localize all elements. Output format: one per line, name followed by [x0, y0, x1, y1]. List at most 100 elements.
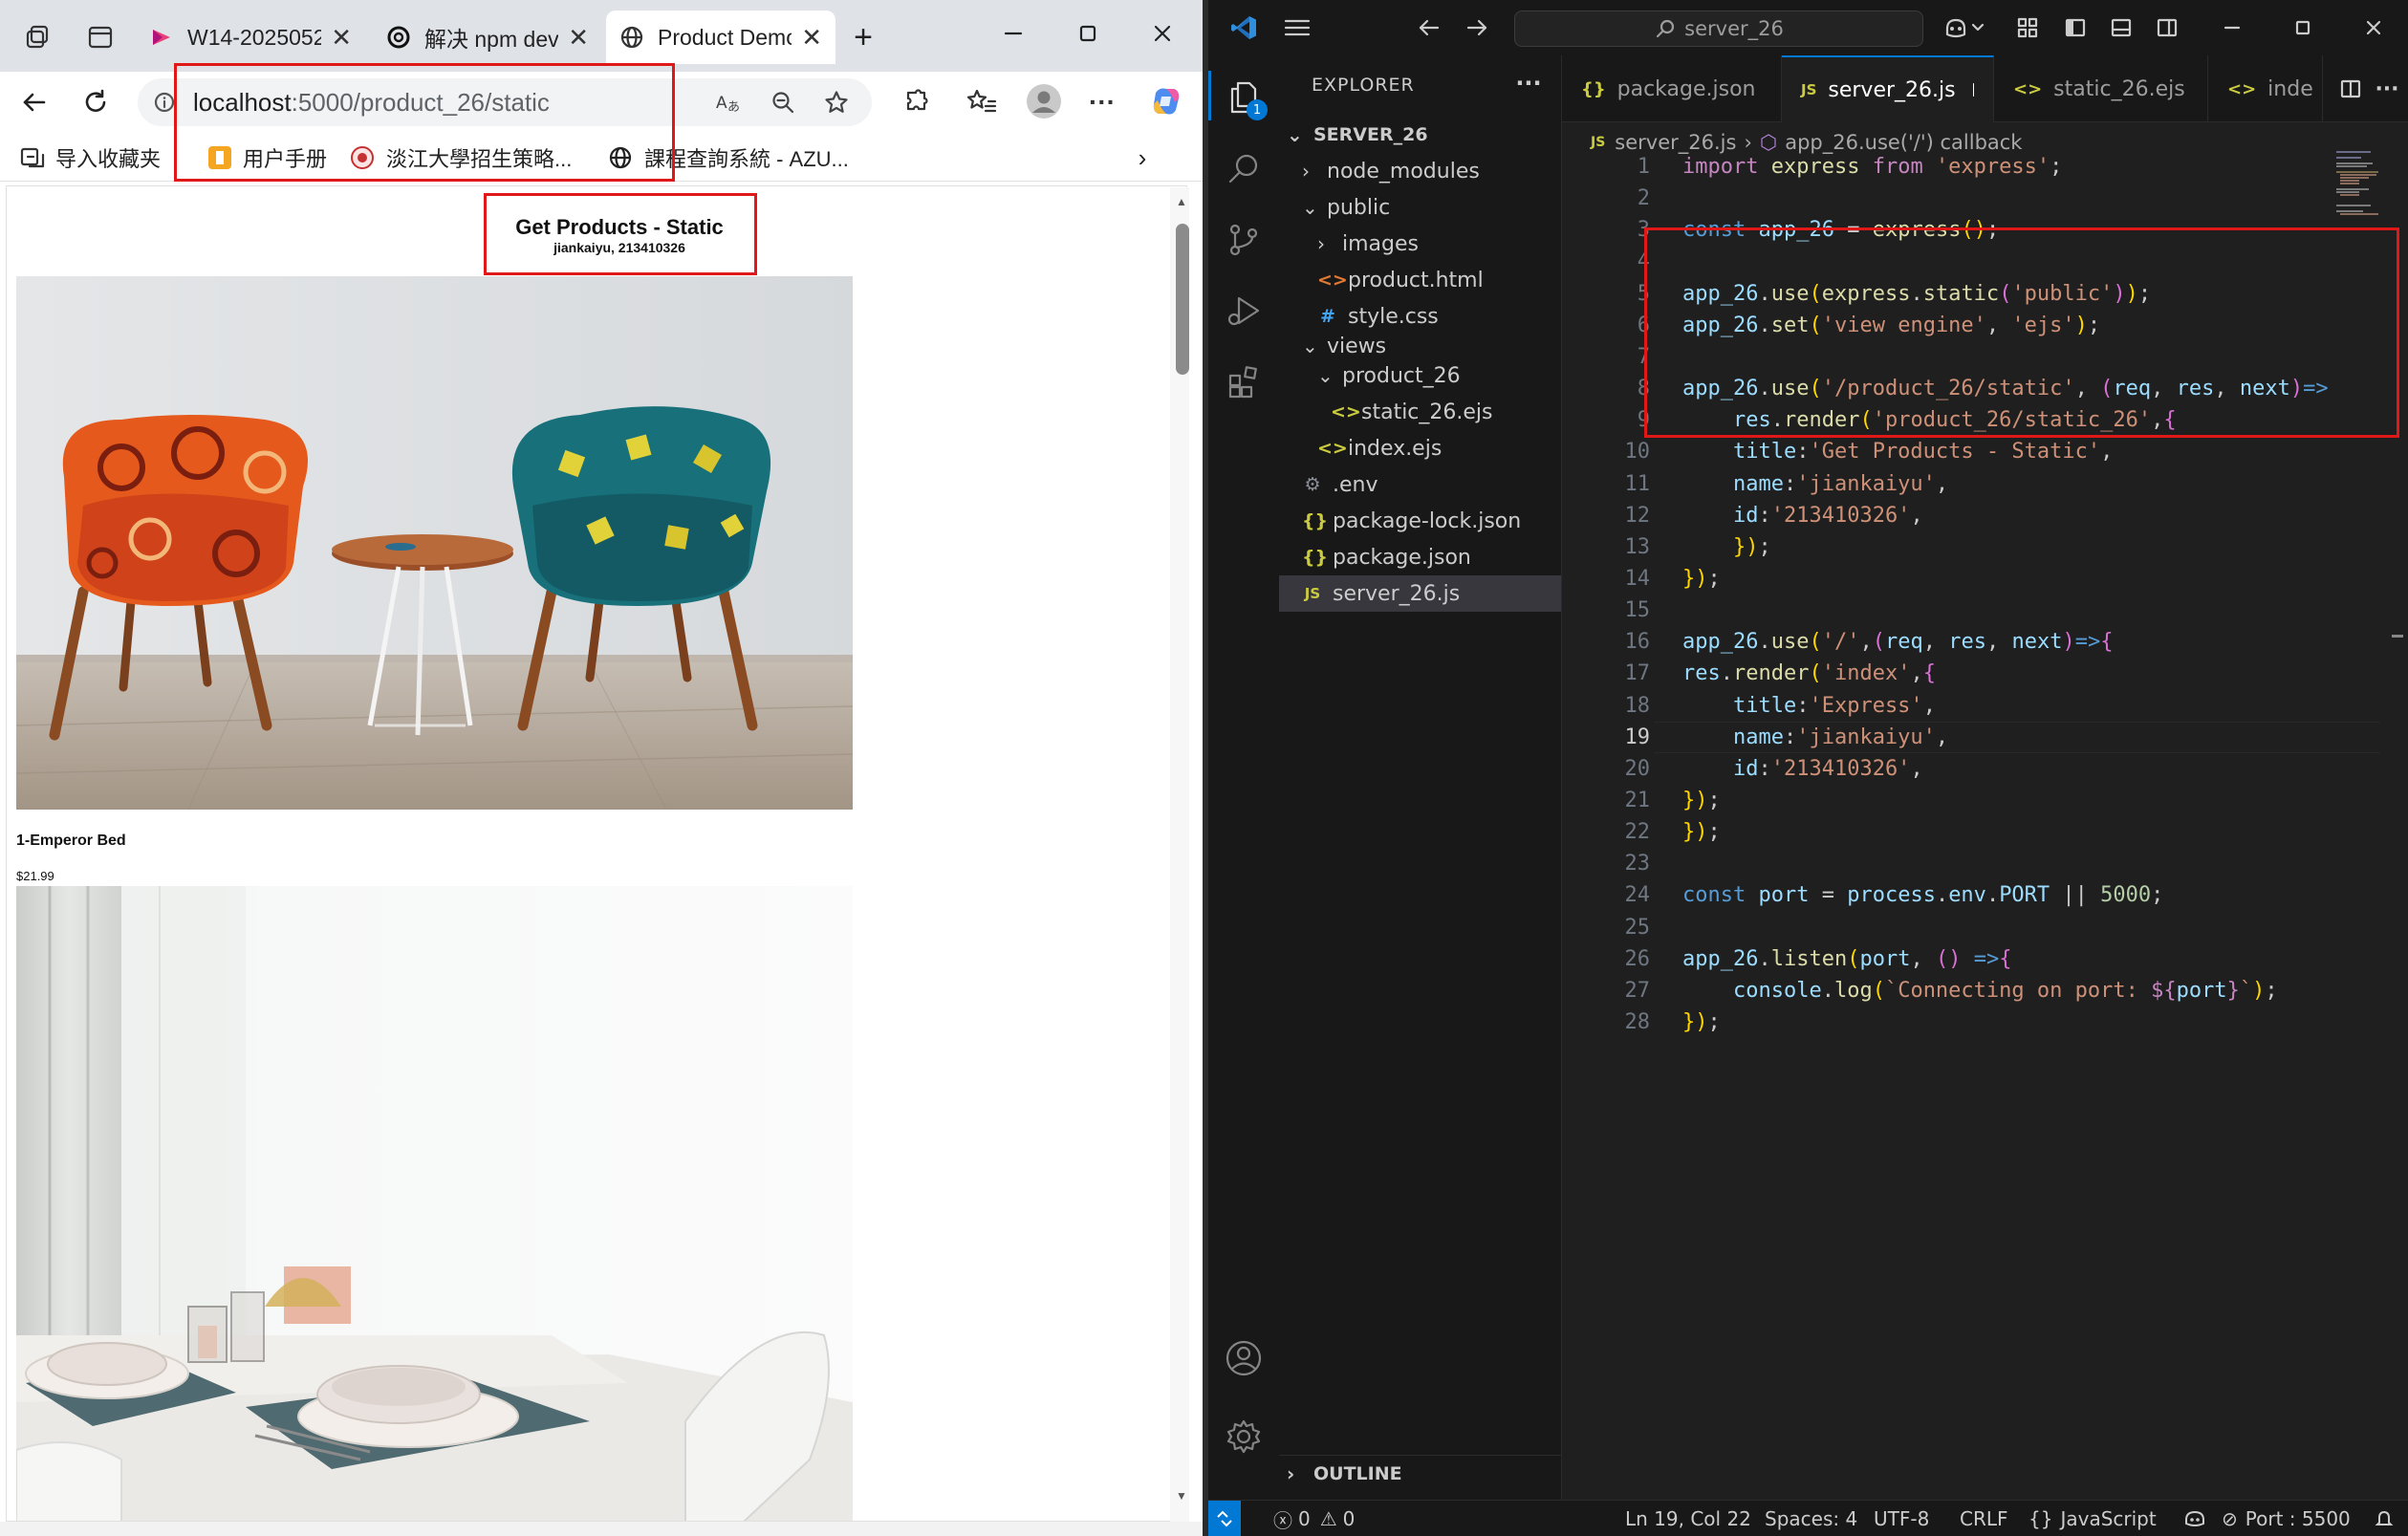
- code-line[interactable]: id:'213410326',: [1682, 753, 1923, 785]
- code-line[interactable]: res.render('index',{: [1682, 658, 1936, 689]
- code-line[interactable]: title:'Express',: [1682, 690, 1936, 722]
- tree-item-package-lock-json[interactable]: {} package-lock.json: [1279, 503, 1561, 539]
- close-icon[interactable]: ✕: [801, 23, 822, 53]
- minimap[interactable]: [2336, 151, 2394, 227]
- tree-item-index-ejs[interactable]: <> index.ejs: [1279, 430, 1561, 466]
- copilot-icon[interactable]: [1147, 82, 1185, 120]
- code-line[interactable]: app_26.listen(port, () =>{: [1682, 943, 2011, 975]
- search-icon[interactable]: [1220, 145, 1268, 193]
- layout-icon[interactable]: [2013, 13, 2042, 42]
- close-icon[interactable]: ✕: [568, 23, 589, 53]
- tab-w14[interactable]: W14-2025052 ✕: [136, 11, 365, 64]
- tree-label: .env: [1333, 472, 1378, 497]
- more-icon[interactable]: ···: [1086, 86, 1118, 119]
- minimize-icon[interactable]: [985, 11, 1042, 55]
- maximize-icon[interactable]: [2289, 13, 2317, 42]
- nav-back-icon[interactable]: [1415, 13, 1443, 42]
- page-scrollbar[interactable]: [1170, 187, 1189, 1522]
- tab-product-demo[interactable]: Product Demo ✕: [606, 11, 835, 64]
- zoom-out-icon[interactable]: [769, 88, 797, 117]
- code-line[interactable]: title:'Get Products - Static',: [1682, 436, 2113, 467]
- tree-item-node-modules[interactable]: › node_modules: [1279, 153, 1561, 189]
- tab-index-ejs[interactable]: <> inde: [2208, 55, 2323, 122]
- maximize-icon[interactable]: [1059, 11, 1117, 55]
- chevron-right-icon[interactable]: ›: [1128, 143, 1157, 172]
- problems-status[interactable]: ⓧ 0 ⚠ 0: [1273, 1501, 1355, 1536]
- back-icon[interactable]: [17, 85, 52, 119]
- language-mode[interactable]: {} JavaScript: [2028, 1501, 2157, 1536]
- code-line[interactable]: });: [1682, 531, 1771, 563]
- indentation[interactable]: Spaces: 4: [1765, 1501, 1857, 1536]
- split-editor-icon[interactable]: [2336, 75, 2365, 103]
- code-line[interactable]: });: [1682, 1006, 1721, 1038]
- scrollbar-thumb[interactable]: [1176, 224, 1189, 375]
- star-icon[interactable]: [822, 88, 851, 117]
- tree-item-product-26[interactable]: ⌄ product_26: [1279, 357, 1561, 394]
- code-line[interactable]: console.log(`Connecting on port: ${port}…: [1682, 975, 2278, 1006]
- scroll-down-icon[interactable]: ▼: [1174, 1489, 1189, 1503]
- nav-forward-icon[interactable]: [1463, 13, 1491, 42]
- tree-item-server-26-js[interactable]: JS server_26.js: [1279, 575, 1561, 612]
- refresh-icon[interactable]: [78, 85, 113, 119]
- toggle-sidebar-icon[interactable]: [2061, 13, 2090, 42]
- vertical-tabs-icon[interactable]: [84, 21, 117, 54]
- copilot-icon[interactable]: [1941, 13, 1988, 42]
- favorite-import[interactable]: 导入收藏夹: [19, 143, 161, 172]
- code-line[interactable]: const port = process.env.PORT || 5000;: [1682, 879, 2163, 911]
- tree-item-style-css[interactable]: # style.css: [1279, 298, 1561, 335]
- close-window-icon[interactable]: [1134, 11, 1191, 55]
- more-actions-icon[interactable]: ···: [2373, 75, 2401, 103]
- tree-item-product-html[interactable]: <> product.html: [1279, 262, 1561, 298]
- explorer-icon[interactable]: 1: [1220, 73, 1268, 120]
- tab-package-json[interactable]: {} package.json: [1562, 55, 1782, 122]
- encoding[interactable]: UTF-8: [1874, 1501, 1929, 1536]
- code-line[interactable]: });: [1682, 785, 1721, 816]
- tree-item-env[interactable]: ⚙ .env: [1279, 466, 1561, 503]
- explorer-root-folder[interactable]: ⌄ SERVER_26: [1279, 117, 1561, 153]
- outline-section[interactable]: › OUTLINE: [1279, 1455, 1561, 1491]
- code-line[interactable]: name:'jiankaiyu',: [1682, 722, 1948, 753]
- tree-item-images[interactable]: › images: [1279, 226, 1561, 262]
- new-tab-icon[interactable]: +: [847, 19, 879, 55]
- extensions-icon[interactable]: [899, 86, 931, 119]
- tab-npm[interactable]: 解决 npm dev ✕: [373, 11, 602, 64]
- tree-item-views[interactable]: ⌄ views: [1279, 335, 1561, 357]
- live-server-port[interactable]: ⊘ Port : 5500: [2222, 1501, 2351, 1536]
- remote-icon[interactable]: [1208, 1501, 1241, 1536]
- tree-item-public[interactable]: ⌄ public: [1279, 189, 1561, 226]
- close-icon[interactable]: ✕: [331, 23, 352, 53]
- close-window-icon[interactable]: [2359, 13, 2388, 42]
- tree-item-static-26-ejs[interactable]: <> static_26.ejs: [1279, 394, 1561, 430]
- command-center-search[interactable]: server_26: [1514, 11, 1923, 47]
- account-icon[interactable]: [1220, 1334, 1268, 1382]
- scroll-up-icon[interactable]: ▲: [1174, 195, 1189, 208]
- toggle-secondary-sidebar-icon[interactable]: [2153, 13, 2181, 42]
- menu-icon[interactable]: [1281, 13, 1313, 42]
- line-number: 11: [1624, 471, 1651, 496]
- unsaved-dot-icon[interactable]: [1972, 83, 1974, 97]
- line-ending[interactable]: CRLF: [1960, 1501, 2008, 1536]
- code-line[interactable]: });: [1682, 563, 1721, 595]
- favorites-icon[interactable]: [965, 86, 998, 119]
- code-line[interactable]: import express from 'express';: [1682, 151, 2062, 183]
- extensions-icon[interactable]: [1220, 357, 1268, 405]
- workspaces-icon[interactable]: [21, 21, 54, 54]
- tab-static-26-ejs[interactable]: <> static_26.ejs: [1994, 55, 2208, 122]
- code-line[interactable]: });: [1682, 816, 1721, 848]
- source-control-icon[interactable]: [1220, 216, 1268, 264]
- gear-icon[interactable]: [1220, 1413, 1268, 1460]
- tree-item-package-json[interactable]: {} package.json: [1279, 539, 1561, 575]
- code-line[interactable]: id:'213410326',: [1682, 500, 1923, 531]
- copilot-status[interactable]: [2183, 1501, 2208, 1536]
- cursor-position[interactable]: Ln 19, Col 22: [1625, 1501, 1751, 1536]
- run-debug-icon[interactable]: [1220, 287, 1268, 335]
- code-line[interactable]: app_26.use('/',(req, res, next)=>{: [1682, 626, 2113, 658]
- code-line[interactable]: name:'jiankaiyu',: [1682, 468, 1948, 500]
- avatar[interactable]: [1025, 82, 1063, 120]
- tab-server-26-js[interactable]: JS server_26.js: [1782, 55, 1994, 122]
- minimize-icon[interactable]: [2218, 13, 2246, 42]
- read-aloud-icon[interactable]: Aあ: [713, 88, 744, 117]
- toggle-panel-icon[interactable]: [2107, 13, 2136, 42]
- notifications-icon[interactable]: [2375, 1501, 2394, 1536]
- more-icon[interactable]: ···: [1512, 69, 1545, 97]
